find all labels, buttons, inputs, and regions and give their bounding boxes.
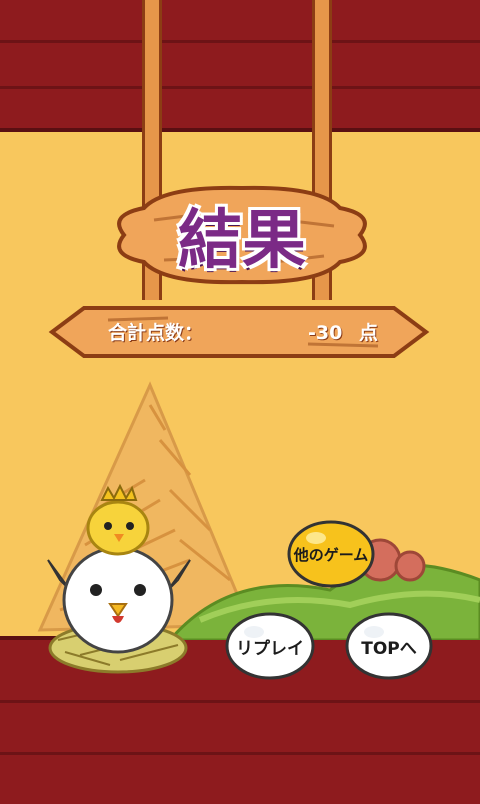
replay-label: リプレイ [236,638,304,659]
result-title: 結果 [178,204,306,278]
score-label: 合計点数： [108,322,204,344]
score-board: 合計点数： -30 点 [48,304,430,360]
wood-top-panel [0,0,480,132]
other-games-label: 他のゲーム [293,545,369,564]
score-value: -30 点 [308,318,378,345]
replay-button[interactable]: リプレイ [224,610,316,682]
chick-with-crown-icon [86,483,150,556]
top-button[interactable]: TOPへ [344,610,434,682]
plank-divider [0,752,480,755]
top-label: TOPへ [361,638,417,659]
plank-divider [0,40,480,43]
score-number: -30 [308,322,343,344]
plank-divider [0,86,480,89]
characters-illustration [47,483,191,674]
title-board: 結果 [104,180,380,290]
score-unit: 点 [358,322,378,344]
plank-divider [0,700,480,703]
other-games-button[interactable]: 他のゲーム [286,518,376,590]
